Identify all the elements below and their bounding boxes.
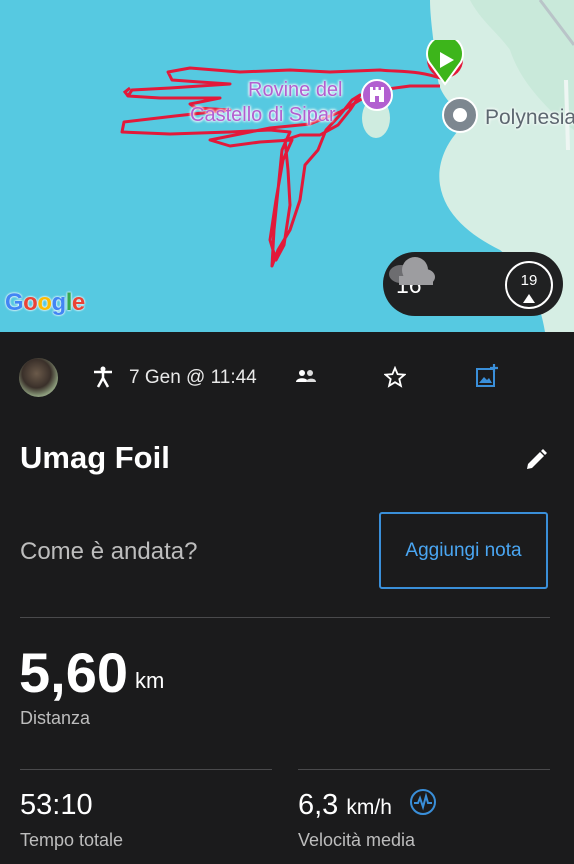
distance-label: Distanza — [20, 708, 91, 728]
distance-unit: km — [135, 668, 165, 693]
place-label[interactable]: Polynesia — [485, 106, 574, 130]
speed-label: Velocità media — [298, 830, 416, 850]
group-icon[interactable] — [296, 369, 316, 383]
divider — [20, 769, 272, 770]
weather-widget[interactable]: 16° 19 — [383, 252, 563, 316]
divider — [298, 769, 550, 770]
heart-rate-chart-icon[interactable] — [409, 788, 437, 816]
activity-title: Umag Foil — [20, 440, 170, 475]
poi-label-line1[interactable]: Rovine del — [248, 79, 343, 101]
avatar[interactable] — [19, 358, 58, 397]
add-photo-icon[interactable] — [475, 364, 499, 388]
speed-value: 6,3 — [298, 789, 339, 821]
time-value: 53:10 — [20, 789, 93, 821]
divider — [20, 617, 550, 618]
cloud-icon — [389, 257, 435, 285]
wind-speed: 19 — [520, 272, 538, 289]
google-attribution: Google — [5, 289, 85, 316]
edit-pencil-icon[interactable] — [525, 449, 547, 471]
location-pin-icon[interactable] — [440, 95, 480, 139]
activity-date: 7 Gen @ 11:44 — [129, 367, 257, 388]
activity-type-icon — [94, 366, 112, 388]
speed-unit: km/h — [346, 796, 392, 819]
activity-map[interactable]: Rovine del Castello di Sipar Polynesia G… — [0, 0, 574, 332]
time-label: Tempo totale — [20, 830, 124, 850]
wind-direction-icon — [523, 294, 535, 303]
add-note-button[interactable]: Aggiungi nota — [379, 512, 548, 589]
poi-label-line2[interactable]: Castello di Sipar — [190, 104, 336, 126]
note-prompt: Come è andata? — [20, 538, 198, 565]
speed-stat: 6,3 km/h — [298, 789, 392, 822]
wind-indicator: 19 — [505, 261, 553, 309]
castle-icon[interactable] — [360, 78, 394, 118]
star-icon[interactable] — [384, 366, 406, 388]
start-flag-icon[interactable] — [425, 40, 465, 88]
distance-value: 5,60 — [19, 641, 128, 704]
activity-header: 7 Gen @ 11:44 — [0, 354, 574, 400]
